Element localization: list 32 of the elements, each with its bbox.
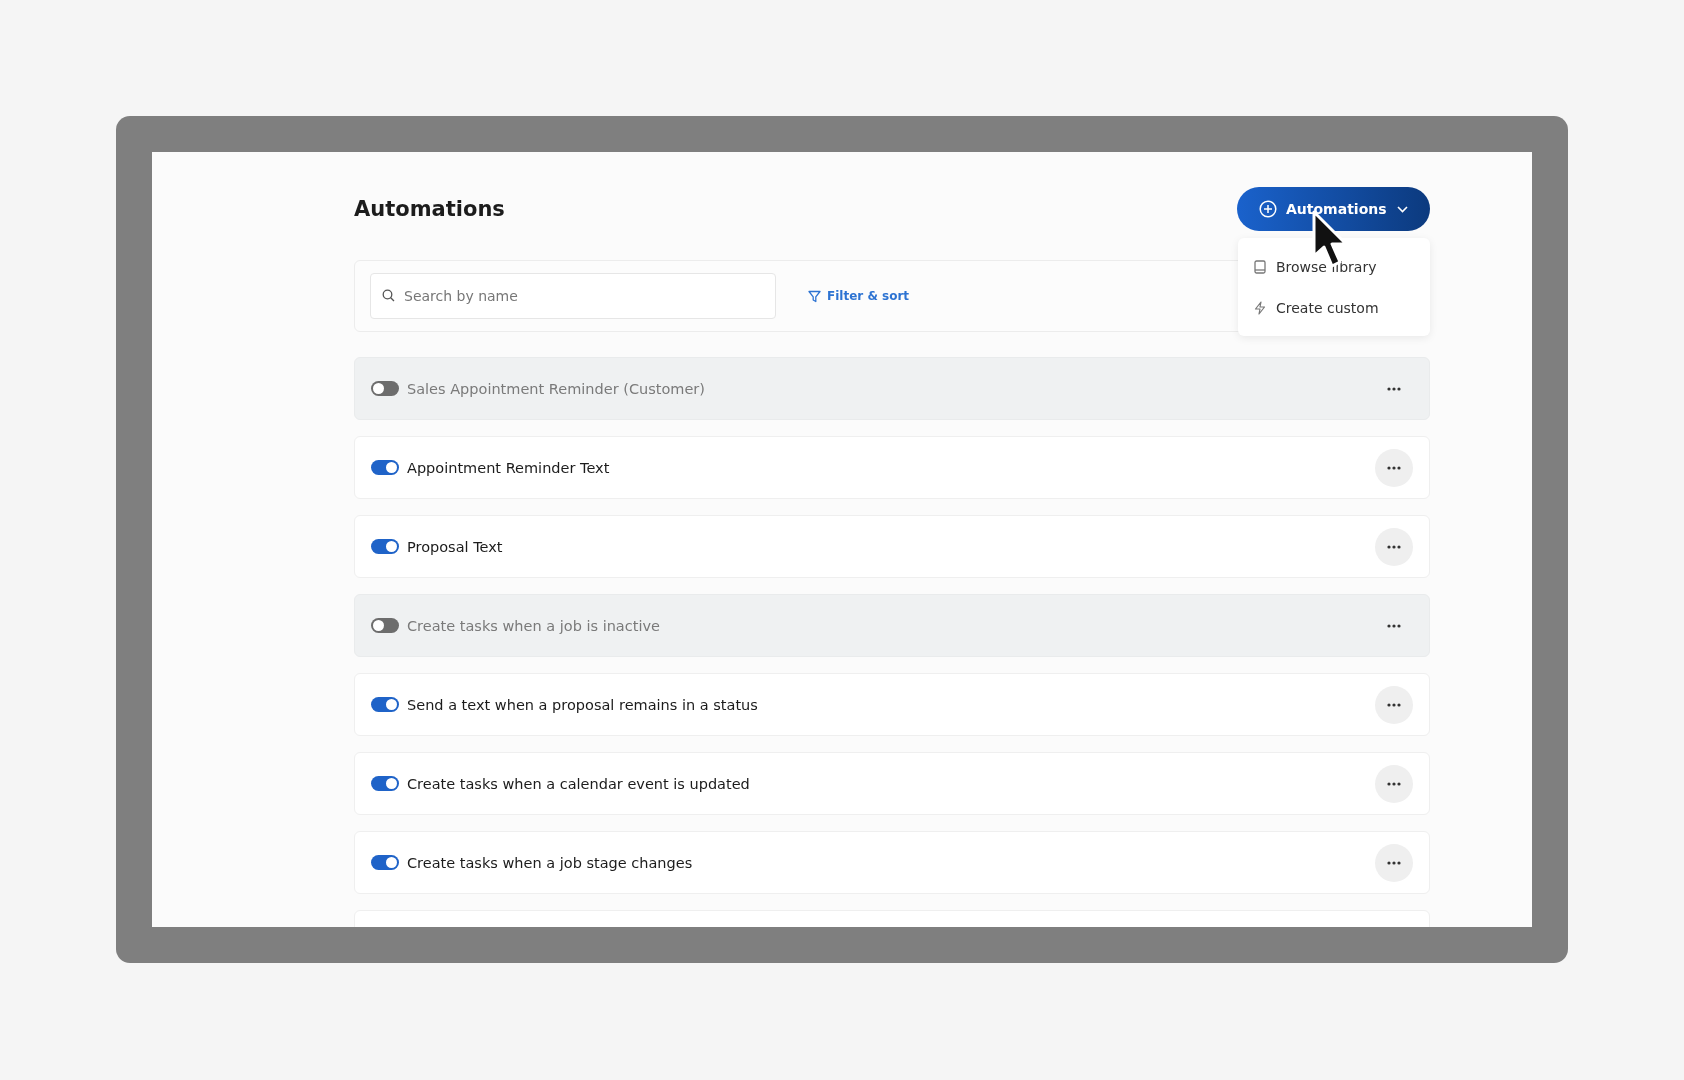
automation-name: Create tasks when a calendar event is updated (407, 775, 751, 792)
search-field[interactable]: Search by name (370, 273, 776, 319)
plus-circle-icon (1259, 200, 1277, 218)
filter-sort-button[interactable]: Filter & sort (808, 289, 910, 303)
more-icon (1387, 623, 1401, 628)
toggle-switch[interactable] (371, 381, 399, 396)
more-icon (1387, 702, 1401, 707)
filter-icon (808, 289, 821, 303)
search-icon (382, 289, 395, 302)
automation-name: Proposal Text (407, 538, 504, 555)
toggle-switch[interactable] (371, 460, 399, 475)
toggle-switch[interactable] (371, 618, 399, 633)
book-icon (1254, 259, 1266, 274)
automation-name: Create tasks when a job stage changes (407, 854, 694, 871)
lightning-icon (1254, 300, 1266, 315)
automation-name: Create tasks when a job is inactive (407, 617, 661, 634)
chevron-down-icon (1397, 205, 1408, 213)
automation-name: Appointment Reminder Text (407, 459, 611, 476)
add-automation-button[interactable]: Automations (1237, 187, 1430, 231)
toggle-switch[interactable] (371, 776, 399, 791)
more-icon (1387, 386, 1401, 391)
more-icon (1387, 781, 1401, 786)
more-icon (1387, 544, 1401, 549)
automation-name: Send a text when a proposal remains in a status (407, 696, 759, 713)
automation-name: Sales Appointment Reminder (Customer) (407, 380, 706, 397)
toggle-switch[interactable] (371, 697, 399, 712)
page-title: Automations (354, 197, 505, 221)
more-icon (1387, 465, 1401, 470)
more-icon (1387, 860, 1401, 865)
toggle-switch[interactable] (371, 539, 399, 554)
menu-item[interactable]: Create custom (1238, 287, 1430, 328)
toggle-switch[interactable] (371, 855, 399, 870)
